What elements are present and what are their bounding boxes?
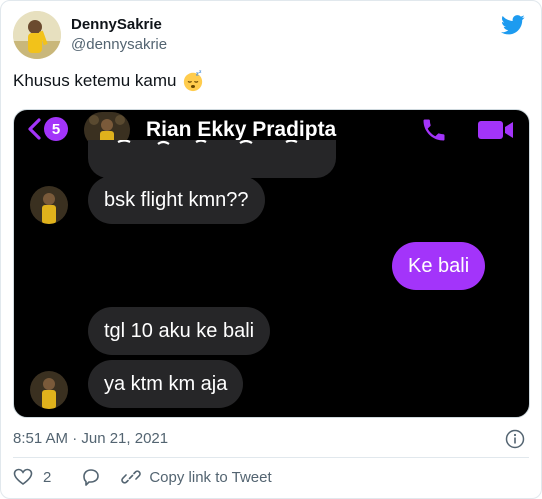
message-text: ya ktm km aja <box>104 372 228 395</box>
info-icon[interactable] <box>505 429 525 449</box>
link-icon <box>121 470 142 484</box>
message-text: tgl 10 aku ke bali <box>104 319 255 342</box>
heart-icon <box>13 468 33 485</box>
like-count: 2 <box>43 468 52 486</box>
svg-text:z: z <box>199 70 202 74</box>
tweet-text-content: Khusus ketemu kamu <box>13 71 177 90</box>
unread-count-badge: 5 <box>44 117 68 141</box>
copy-link-button[interactable]: Copy link to Tweet <box>121 467 272 487</box>
author-handle[interactable]: @dennysakrie <box>71 35 167 55</box>
divider <box>13 457 529 458</box>
twitter-bird-icon[interactable] <box>501 15 525 35</box>
tweet-media-image[interactable]: 5 Rian Ekky Pradipta bsk flight kmn?? Ke… <box>13 109 530 418</box>
partial-message-bubble <box>88 140 336 178</box>
tweet-author[interactable]: DennySakrie @dennysakrie <box>13 11 167 59</box>
sleeping-face-emoji-icon: z z <box>184 70 203 92</box>
tweet-timestamp[interactable]: 8:51 AM · Jun 21, 2021 <box>13 429 168 449</box>
message-text: Ke bali <box>408 254 470 277</box>
back-chevron-icon[interactable] <box>26 117 42 141</box>
author-display-name[interactable]: DennySakrie <box>71 15 167 35</box>
reply-button[interactable] <box>81 467 101 487</box>
like-button[interactable]: 2 <box>13 467 51 487</box>
sender-avatar <box>30 186 68 224</box>
phone-call-icon[interactable] <box>420 116 448 144</box>
author-avatar[interactable] <box>13 11 61 59</box>
message-bubble-sent[interactable]: Ke bali <box>392 242 486 290</box>
message-bubble[interactable]: tgl 10 aku ke bali <box>88 307 271 355</box>
message-text: bsk flight kmn?? <box>104 188 249 211</box>
tweet-text: Khusus ketemu kamu z z <box>13 69 204 93</box>
sender-avatar <box>30 371 68 409</box>
message-bubble[interactable]: bsk flight kmn?? <box>88 176 265 224</box>
copy-link-label: Copy link to Tweet <box>149 468 272 486</box>
tweet-card: DennySakrie @dennysakrie Khusus ketemu k… <box>0 0 542 499</box>
message-bubble[interactable]: ya ktm km aja <box>88 360 244 408</box>
video-call-icon[interactable] <box>476 118 516 142</box>
tweet-actions: 2 Copy link to Tweet <box>13 467 288 487</box>
reply-icon <box>83 469 100 486</box>
